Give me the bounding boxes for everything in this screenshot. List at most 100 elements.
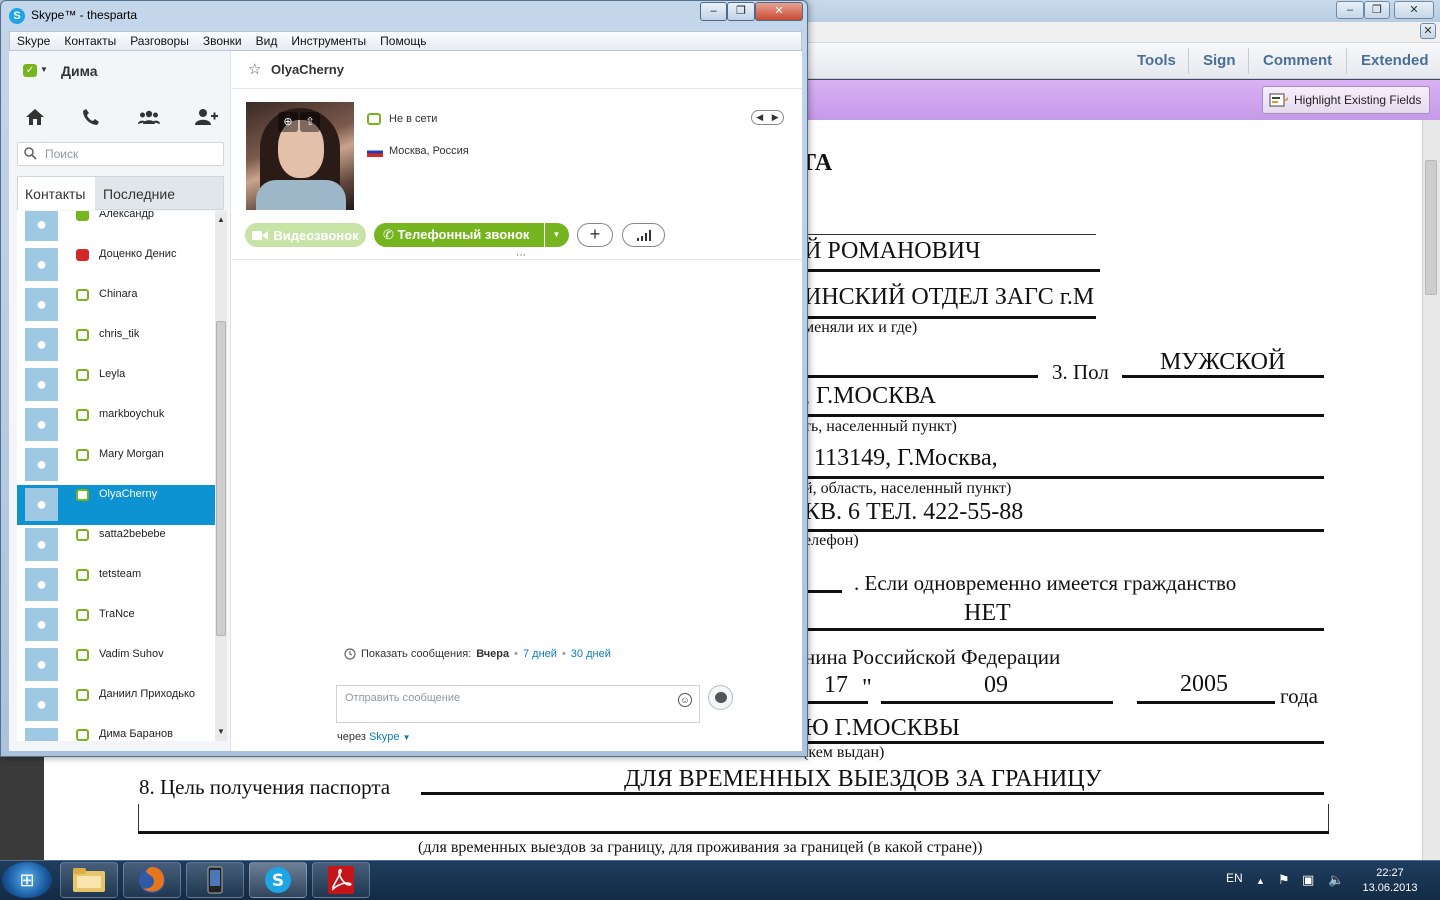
contact-list-scrollbar-thumb[interactable] — [216, 321, 226, 636]
contacts-panel: ✓ ▼ Дима Поиск Контакты Последние ● Алекс… — [9, 51, 231, 751]
menu-conversations[interactable]: Разговоры — [123, 34, 196, 48]
acrobat-close-button[interactable]: ✕ — [1394, 1, 1434, 19]
contact-row[interactable]: ● OlyaCherny — [17, 485, 215, 525]
acrobat-maximize-button[interactable]: ❐ — [1364, 1, 1390, 19]
contact-name: Chinara — [99, 288, 138, 300]
phone-icon[interactable] — [79, 105, 103, 129]
minimize-button[interactable]: – — [700, 2, 727, 21]
contact-row[interactable]: ● satta2bebebe — [17, 525, 215, 565]
sign-tab[interactable]: Sign — [1203, 52, 1236, 69]
contact-row[interactable]: ● markboychuk — [17, 405, 215, 445]
group-icon[interactable] — [137, 105, 161, 129]
menu-calls[interactable]: Звонки — [196, 34, 249, 48]
tab-recent[interactable]: Последние — [103, 186, 175, 202]
volume-icon[interactable]: 🔈 — [1328, 872, 1344, 888]
taskbar-skype[interactable]: S — [249, 862, 307, 898]
contact-row[interactable]: ● tetsteam — [17, 565, 215, 605]
splitter-grip-icon[interactable]: ⋯ — [516, 250, 526, 261]
contact-name: Дима Баранов — [99, 728, 173, 740]
via-prefix: через — [337, 731, 366, 743]
history-yesterday[interactable]: Вчера — [476, 648, 509, 660]
chevron-left-icon[interactable]: ◀ — [756, 112, 763, 123]
start-button[interactable]: ⊞ — [2, 862, 52, 898]
add-button[interactable]: + — [577, 223, 613, 247]
scroll-down-arrow-icon[interactable]: ▼ — [217, 727, 225, 736]
avatar: ● — [25, 328, 58, 361]
contact-row[interactable]: ● Даниил Приходько — [17, 685, 215, 725]
contact-row[interactable]: ● Leyla — [17, 365, 215, 405]
document-scrollbar-thumb[interactable] — [1425, 160, 1437, 295]
network-icon[interactable]: ▣ — [1302, 872, 1314, 888]
contact-row[interactable]: ● Chinara — [17, 285, 215, 325]
message-input[interactable] — [336, 685, 700, 723]
acrobat-minimize-button[interactable]: – — [1336, 1, 1364, 19]
phone-call-button[interactable]: ✆ Телефонный звонок ▼ — [374, 223, 569, 247]
offline-status-icon — [76, 609, 89, 621]
close-button[interactable]: ✕ — [755, 2, 803, 21]
profile-name[interactable]: Дима — [61, 63, 98, 79]
zoom-photo-icon[interactable]: ⊕ — [278, 112, 298, 132]
menu-skype[interactable]: Skype — [10, 34, 57, 48]
contact-name: Даниил Приходько — [99, 688, 196, 700]
clock[interactable]: 22:27 13.06.2013 — [1352, 866, 1428, 896]
phone-call-text: Телефонный звонок — [397, 227, 530, 242]
online-status-icon[interactable]: ✓ — [23, 64, 37, 77]
send-button[interactable] — [708, 685, 733, 710]
taskbar-firefox[interactable] — [123, 862, 181, 898]
via-service[interactable]: Skype — [369, 731, 400, 743]
menu-view[interactable]: Вид — [249, 34, 285, 48]
avatar: ● — [25, 211, 58, 241]
taskbar-phone-app[interactable] — [186, 862, 244, 898]
doc-place-hint: ть, населенный пункт) — [804, 418, 957, 435]
tab-contacts[interactable]: Контакты — [18, 177, 95, 210]
menu-contacts[interactable]: Контакты — [57, 34, 123, 48]
scroll-up-arrow-icon[interactable]: ▲ — [217, 215, 225, 224]
history-30-days[interactable]: 30 дней — [571, 648, 611, 660]
tools-tab[interactable]: Tools — [1137, 52, 1176, 69]
show-hidden-icons-chevron-up-icon[interactable]: ▲ — [1256, 876, 1265, 886]
signal-bar — [648, 230, 651, 241]
russia-flag-icon — [367, 147, 383, 157]
doc-address: 113149, Г.Москва, — [814, 445, 998, 471]
maximize-button[interactable]: ❐ — [727, 2, 755, 21]
skype-icon: S — [265, 867, 291, 893]
menu-tools[interactable]: Инструменты — [284, 34, 373, 48]
call-quality-button[interactable] — [622, 223, 665, 247]
history-7-days[interactable]: 7 дней — [523, 648, 557, 660]
status-chevron-down-icon[interactable]: ▼ — [40, 65, 48, 74]
extended-tab[interactable]: Extended — [1361, 52, 1429, 69]
call-options-chevron-down-icon[interactable]: ▼ — [544, 223, 568, 247]
chevron-right-icon[interactable]: ▶ — [772, 112, 779, 123]
upload-photo-icon[interactable]: ⇧ — [300, 112, 320, 132]
contact-list: ● Александр ● Доценко Денис ● Chinara ● chris_t… — [17, 211, 215, 741]
contact-row[interactable]: ● Доценко Денис — [17, 245, 215, 285]
action-center-flag-icon[interactable]: ⚑ — [1278, 872, 1290, 888]
contact-row[interactable]: ● Дима Баранов — [17, 725, 215, 741]
taskbar-acrobat[interactable] — [312, 862, 370, 898]
via-chevron-down-icon[interactable]: ▼ — [403, 733, 411, 742]
comment-tab[interactable]: Comment — [1263, 52, 1332, 69]
taskbar-explorer[interactable] — [60, 862, 118, 898]
emoticon-icon[interactable]: ☺ — [678, 693, 692, 707]
profile-pager[interactable]: ◀ ▶ — [751, 110, 784, 125]
add-contact-icon[interactable] — [194, 105, 218, 129]
contact-row[interactable]: ● chris_tik — [17, 325, 215, 365]
contact-row[interactable]: ● Александр — [17, 211, 215, 245]
contact-name: Mary Morgan — [99, 448, 164, 460]
menubar: Skype Контакты Разговоры Звонки Вид Инст… — [9, 31, 802, 51]
favorite-star-icon[interactable]: ☆ — [248, 60, 261, 78]
menu-help[interactable]: Помощь — [373, 34, 433, 48]
avatar: ● — [25, 688, 58, 721]
contact-row[interactable]: ● TraNce — [17, 605, 215, 645]
avatar: ● — [25, 528, 58, 561]
language-indicator[interactable]: EN — [1226, 871, 1243, 885]
avatar: ● — [25, 568, 58, 601]
video-call-button[interactable]: Видеозвонок — [245, 223, 366, 247]
home-icon[interactable] — [23, 105, 47, 129]
svg-text:S: S — [272, 871, 284, 891]
contact-row[interactable]: ● Vadim Suhov — [17, 645, 215, 685]
contact-row[interactable]: ● Mary Morgan — [17, 445, 215, 485]
acrobat-doc-close-button[interactable]: ✕ — [1420, 23, 1436, 39]
highlight-fields-button[interactable]: Highlight Existing Fields — [1262, 86, 1430, 114]
send-via[interactable]: через Skype ▼ — [337, 731, 411, 743]
